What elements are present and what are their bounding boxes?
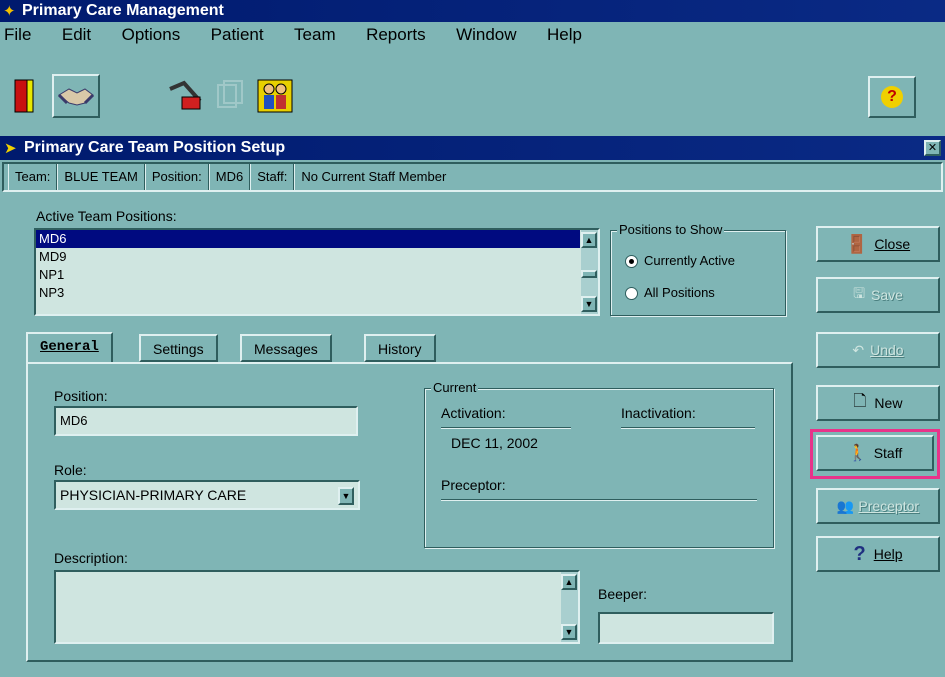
scroll-down-icon[interactable]: ▼ (581, 296, 597, 312)
team-people-icon (257, 79, 293, 113)
radio-dot-icon (625, 255, 638, 269)
active-positions-label: Active Team Positions: (36, 208, 177, 224)
activation-label: Activation: (441, 405, 506, 421)
undo-button[interactable]: ↶ Undo (816, 332, 940, 368)
team-label: Team: (8, 164, 58, 190)
position-setup-dialog: ➤ Primary Care Team Position Setup ✕ Tea… (0, 136, 945, 677)
undo-icon: ↶ (852, 341, 865, 358)
list-item[interactable]: NP1 (36, 266, 598, 284)
positions-to-show-title: Positions to Show (617, 222, 725, 237)
staff-button[interactable]: 🚶 Staff (816, 435, 934, 471)
handshake-button[interactable] (52, 74, 100, 118)
tab-general[interactable]: General (26, 332, 113, 364)
description-textarea[interactable]: ▲ ▼ (54, 570, 580, 644)
app-icon: ✦ (3, 3, 16, 20)
current-group: Current Activation: Inactivation: DEC 11… (424, 380, 774, 548)
dialog-close-icon[interactable]: ✕ (924, 140, 941, 156)
save-disk-icon: 🖫 (853, 285, 865, 301)
new-button[interactable]: 🗋 New (816, 385, 940, 421)
beeper-input[interactable] (598, 612, 774, 644)
role-select[interactable]: PHYSICIAN-PRIMARY CARE ▼ (54, 480, 360, 510)
radio-all-positions[interactable]: All Positions (625, 285, 715, 301)
menu-window[interactable]: Window (456, 25, 516, 44)
radio-currently-active[interactable]: Currently Active (625, 253, 736, 269)
list-scrollbar[interactable]: ▲ ▼ (581, 230, 598, 314)
scroll-up-icon[interactable]: ▲ (581, 232, 597, 248)
list-item[interactable]: MD9 (36, 248, 598, 266)
close-door-icon: 🚪 (845, 233, 869, 254)
tab-settings[interactable]: Settings (139, 334, 218, 362)
menu-team[interactable]: Team (294, 25, 336, 44)
preceptor-divider (441, 499, 757, 501)
role-label: Role: (54, 462, 87, 478)
inactivation-divider (621, 427, 755, 429)
app-title: Primary Care Management (22, 2, 224, 19)
radio-dot-icon (625, 287, 638, 301)
radio-all-positions-label: All Positions (644, 285, 715, 300)
menu-help[interactable]: Help (547, 25, 582, 44)
scroll-up-icon[interactable]: ▲ (561, 574, 577, 590)
team-button[interactable] (253, 76, 297, 116)
staff-label: Staff: (250, 164, 295, 190)
help-question-icon: ? (881, 86, 903, 108)
team-value: BLUE TEAM (57, 164, 145, 190)
tab-history[interactable]: History (364, 334, 436, 362)
preceptor-button[interactable]: 👥 Preceptor (816, 488, 940, 524)
list-item[interactable]: NP3 (36, 284, 598, 302)
help-toolbar-button[interactable]: ? (868, 76, 916, 118)
radio-currently-active-label: Currently Active (644, 253, 736, 268)
door-exit-icon (14, 79, 34, 113)
inactivation-label: Inactivation: (621, 405, 696, 421)
copy-button[interactable] (208, 76, 252, 116)
description-scrollbar[interactable]: ▲ ▼ (561, 572, 578, 642)
positions-to-show-group: Positions to Show Currently Active All P… (610, 222, 786, 316)
new-page-icon: 🗋 (853, 392, 867, 410)
active-positions-list[interactable]: MD6 MD9 NP1 NP3 ▲ ▼ (34, 228, 600, 316)
general-tab-panel: Position: MD6 Role: PHYSICIAN-PRIMARY CA… (26, 362, 793, 662)
save-button[interactable]: 🖫 Save (816, 277, 940, 313)
menu-reports[interactable]: Reports (366, 25, 426, 44)
menu-bar: File Edit Options Patient Team Reports W… (4, 22, 608, 48)
dialog-icon: ➤ (4, 140, 17, 157)
current-group-title: Current (431, 380, 479, 395)
menu-file[interactable]: File (4, 25, 31, 44)
scroll-thumb[interactable] (581, 270, 597, 278)
handshake-icon (57, 88, 95, 106)
chevron-down-icon[interactable]: ▼ (338, 487, 354, 505)
menu-patient[interactable]: Patient (211, 25, 264, 44)
menu-edit[interactable]: Edit (62, 25, 91, 44)
activation-divider (441, 427, 571, 429)
beeper-label: Beeper: (598, 586, 648, 602)
position-label: Position: (144, 164, 209, 190)
toolbar: ? (0, 48, 945, 128)
dialog-title: Primary Care Team Position Setup (24, 139, 286, 156)
close-button[interactable]: 🚪 Close (816, 226, 940, 262)
scroll-down-icon[interactable]: ▼ (561, 624, 577, 640)
copy-pages-icon (217, 80, 243, 108)
position-input[interactable]: MD6 (54, 406, 358, 436)
activation-date: DEC 11, 2002 (451, 435, 538, 451)
app-title-bar: ✦ Primary Care Management (0, 0, 945, 22)
preceptor-people-icon: 👥 (836, 497, 855, 514)
position-value: MD6 (208, 164, 251, 190)
red-arrow-icon (169, 80, 202, 110)
preceptor-label: Preceptor: (441, 477, 506, 493)
status-strip: Team: BLUE TEAM Position: MD6 Staff: No … (2, 162, 943, 192)
description-label: Description: (54, 550, 128, 566)
staff-value: No Current Staff Member (294, 164, 452, 190)
exit-button[interactable] (6, 76, 46, 116)
list-item[interactable]: MD6 (36, 230, 580, 248)
tab-messages[interactable]: Messages (240, 334, 332, 362)
help-button[interactable]: ? Help (816, 536, 940, 572)
red-arrow-button[interactable] (163, 76, 207, 116)
staff-person-icon: 🚶 (847, 445, 868, 462)
dialog-title-bar: ➤ Primary Care Team Position Setup ✕ (0, 136, 945, 160)
position-field-label: Position: (54, 388, 108, 404)
help-question-icon: ? (853, 542, 866, 565)
menu-options[interactable]: Options (122, 25, 181, 44)
